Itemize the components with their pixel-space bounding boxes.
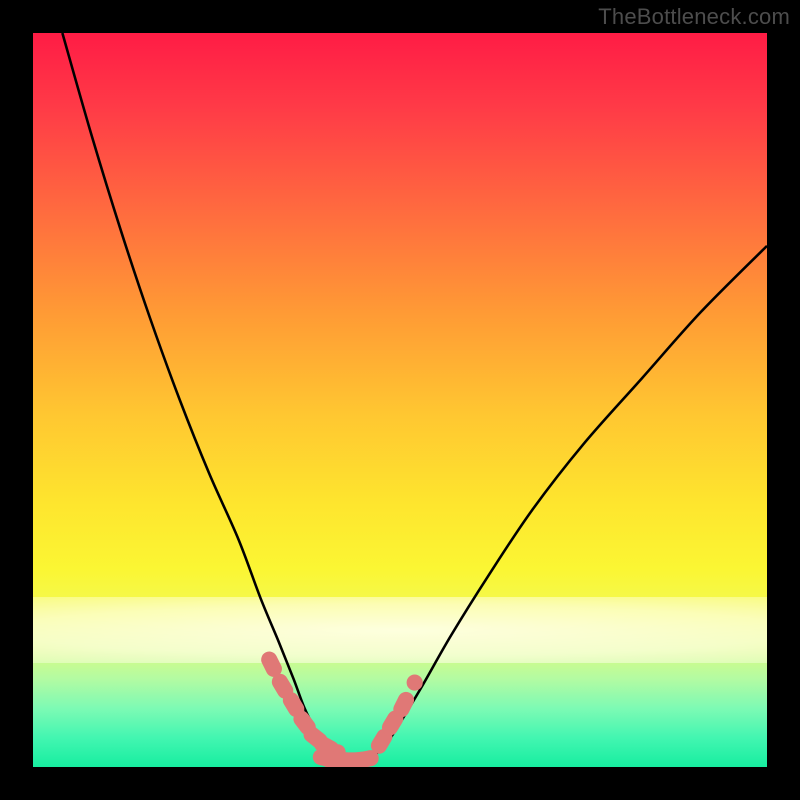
flat-bottom-markers	[321, 757, 371, 761]
chart-frame: TheBottleneck.com	[0, 0, 800, 800]
watermark-text: TheBottleneck.com	[598, 4, 790, 30]
bottleneck-curve	[62, 33, 767, 758]
sausage-segment	[379, 737, 384, 746]
sausage-segment	[390, 719, 395, 728]
sausage-segment	[322, 744, 331, 749]
curve-left-path	[62, 33, 341, 758]
curve-layer	[33, 33, 767, 767]
sausage-segment	[291, 700, 296, 709]
sausage-segment	[280, 682, 285, 691]
sausage-segment	[269, 660, 274, 669]
sausage-segment	[401, 700, 406, 709]
curve-right-path	[371, 246, 767, 758]
sausage-markers-right	[379, 683, 415, 746]
sausage-markers-left	[269, 660, 337, 753]
sausage-segment	[301, 719, 307, 727]
plot-area	[33, 33, 767, 767]
